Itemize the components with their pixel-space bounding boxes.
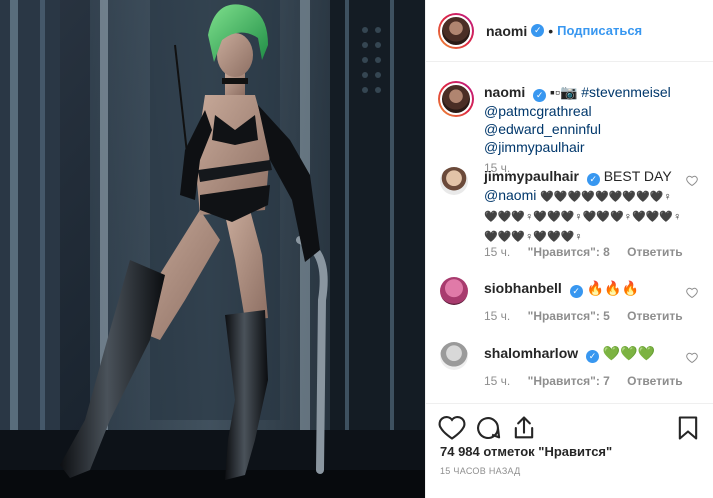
reply-button[interactable]: Ответить [627, 374, 682, 388]
bookmark-icon[interactable] [674, 414, 702, 442]
follow-button[interactable]: Подписаться [557, 23, 642, 38]
comment-body: BEST DAY [603, 168, 672, 184]
comment-text: shalomharlow ✓ 💚💚💚 [484, 344, 696, 363]
comment-body: 🔥🔥🔥 [586, 280, 639, 296]
likes-count[interactable]: 74 984 отметок "Нравится" [440, 444, 612, 459]
verified-badge-icon: ✓ [531, 24, 545, 37]
share-icon[interactable] [510, 414, 538, 442]
comment-likes[interactable]: "Нравится": 8 [528, 245, 610, 259]
caption-symbols: ▪▫📷 [550, 84, 578, 100]
comments-list[interactable]: naomi ✓ ▪▫📷 #stevenmeisel @patmcgrathrea… [426, 63, 713, 403]
post-header: naomi ✓ • Подписаться [426, 0, 713, 62]
comment-username[interactable]: jimmypaulhair [484, 168, 579, 184]
caption-mentions[interactable]: @patmcgrathreal @edward_enninful [484, 103, 601, 137]
comment-icon[interactable] [474, 414, 502, 442]
verified-badge-icon: ✓ [533, 89, 547, 102]
fashion-photo-image [0, 0, 425, 498]
comment-text: jimmypaulhair ✓ BEST DAY @naomi 🖤🖤🖤🖤🖤🖤🖤🖤… [484, 167, 696, 246]
hashtag-link[interactable]: #stevenmeisel [581, 84, 671, 100]
comment-body: 💚💚💚 [602, 345, 656, 361]
verified-badge-icon: ✓ [586, 350, 600, 363]
avatar[interactable] [440, 14, 472, 47]
caption-mention[interactable]: @jimmypaulhair [484, 139, 585, 155]
commenter-avatar[interactable] [440, 277, 468, 305]
comment-likes[interactable]: "Нравится": 5 [528, 309, 610, 323]
separator-dot: • [548, 22, 554, 39]
header-username[interactable]: naomi [486, 23, 527, 39]
comment-likes[interactable]: "Нравится": 7 [528, 374, 610, 388]
caption-avatar[interactable] [438, 81, 474, 117]
comment-body-cont: 🖤🖤🖤♀🖤🖤🖤♀ [484, 231, 583, 243]
comment-age: 15 ч. [484, 245, 511, 259]
post-sidebar: naomi ✓ • Подписаться naomi ✓ ▪▫📷 #steve… [425, 0, 713, 498]
comment-mention[interactable]: @naomi [484, 187, 536, 203]
reply-button[interactable]: Ответить [627, 245, 682, 259]
commenter-avatar[interactable] [440, 167, 468, 195]
reply-button[interactable]: Ответить [627, 309, 682, 323]
post-timestamp[interactable]: 15 ЧАСОВ НАЗАД [440, 466, 521, 476]
heart-icon[interactable] [686, 175, 698, 187]
comment-text: siobhanbell ✓ 🔥🔥🔥 [484, 279, 696, 298]
heart-icon[interactable] [438, 414, 466, 442]
comment-age: 15 ч. [484, 374, 511, 388]
verified-badge-icon: ✓ [586, 173, 600, 186]
post-footer: 74 984 отметок "Нравится" 15 ЧАСОВ НАЗАД [426, 403, 713, 498]
instagram-post: naomi ✓ • Подписаться naomi ✓ ▪▫📷 #steve… [0, 0, 713, 498]
comment-meta: 15 ч. "Нравится": 5 Ответить [484, 309, 697, 323]
comment-meta: 15 ч. "Нравится": 8 Ответить [484, 245, 697, 259]
comment-body-cont: 🖤🖤🖤🖤🖤🖤🖤🖤🖤♀ [540, 191, 672, 203]
story-ring[interactable] [438, 12, 474, 49]
comment-body-cont: 🖤🖤🖤♀🖤🖤🖤♀🖤🖤🖤♀🖤🖤🖤♀ [484, 211, 682, 223]
caption-text: naomi ✓ ▪▫📷 #stevenmeisel @patmcgrathrea… [484, 83, 696, 156]
comment-age: 15 ч. [484, 309, 511, 323]
heart-icon[interactable] [686, 352, 698, 364]
commenter-avatar[interactable] [440, 342, 468, 370]
comment-meta: 15 ч. "Нравится": 7 Ответить [484, 374, 697, 388]
comment-username[interactable]: shalomharlow [484, 345, 578, 361]
heart-icon[interactable] [686, 287, 698, 299]
caption-username[interactable]: naomi [484, 84, 525, 100]
verified-badge-icon: ✓ [569, 285, 583, 298]
comment-username[interactable]: siobhanbell [484, 280, 562, 296]
post-photo[interactable] [0, 0, 425, 498]
